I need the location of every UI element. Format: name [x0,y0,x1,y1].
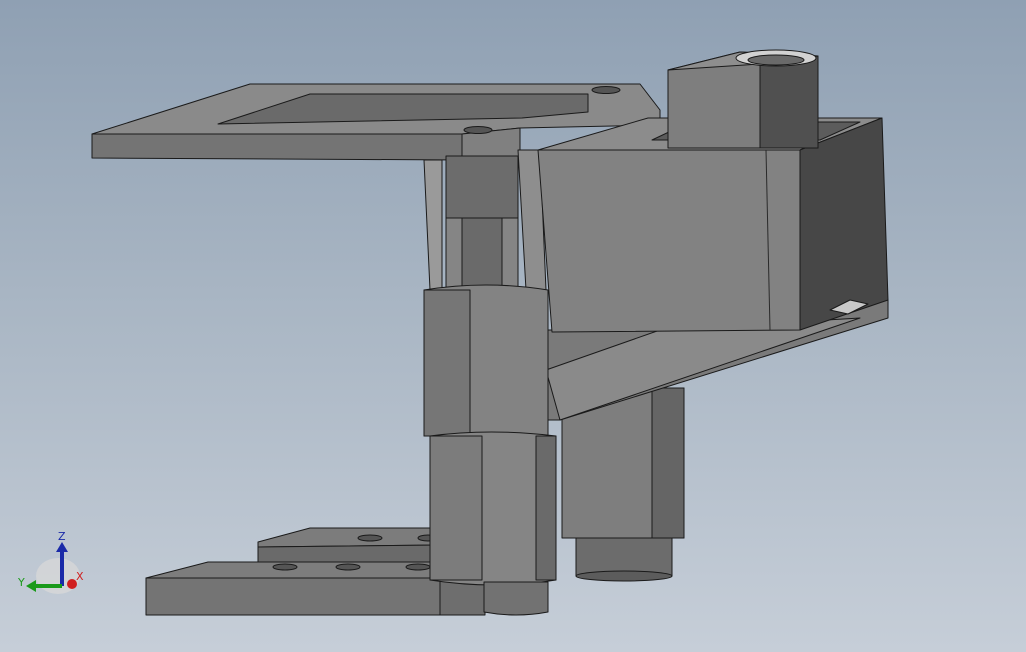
coordinate-triad: Z Y X [14,528,94,600]
y-axis-arrow [26,580,36,592]
x-axis-label: X [76,570,84,583]
servo-housing[interactable] [537,117,889,333]
main-cylinder[interactable] [423,284,557,616]
z-axis-arrow [56,542,68,552]
model-3d[interactable] [0,0,1026,652]
z-axis-label: Z [58,530,66,543]
triad-axes: Z Y X [17,530,84,594]
graphics-viewport[interactable]: Z Y X [0,0,1026,652]
y-axis-label: Y [17,576,25,589]
upper-shaft[interactable] [445,155,519,289]
servo-boss[interactable] [667,49,819,149]
rear-cylinder[interactable] [561,387,685,582]
